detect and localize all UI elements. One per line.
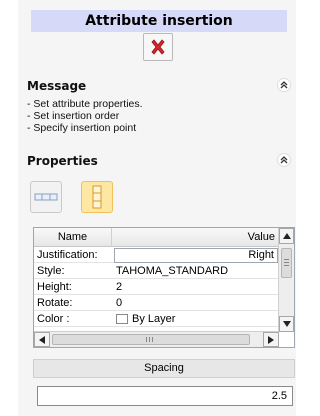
properties-grid: Name Value Justification: Right Style: T… [33, 227, 295, 348]
triangle-right-icon [268, 335, 274, 344]
color-value-label: By Layer [132, 313, 176, 325]
panel-title: Attribute insertion [31, 10, 287, 32]
table-row[interactable]: Style: TAHOMA_STANDARD [34, 264, 279, 279]
scroll-down-button[interactable] [279, 316, 294, 332]
double-chevron-up-icon [280, 81, 288, 89]
horizontal-scroll-thumb[interactable] [52, 334, 250, 345]
color-swatch [116, 314, 128, 325]
horizontal-scrollbar[interactable] [34, 331, 279, 347]
vertical-order-button[interactable] [81, 181, 113, 213]
message-line: - Set insertion order [27, 110, 120, 122]
column-header-value[interactable]: Value [112, 228, 279, 247]
triangle-left-icon [39, 335, 45, 344]
scroll-up-button[interactable] [279, 228, 294, 244]
grid-header: Name Value [34, 228, 279, 247]
message-text: - Set attribute properties. - Set insert… [27, 98, 143, 134]
scroll-right-button[interactable] [263, 332, 279, 347]
vertical-scroll-thumb[interactable] [281, 248, 292, 278]
justification-value[interactable]: Right [114, 248, 278, 263]
triangle-up-icon [282, 233, 291, 239]
table-row[interactable]: Justification: Right [34, 248, 279, 263]
properties-collapse-toggle[interactable] [277, 153, 291, 167]
row-name: Color : [37, 313, 70, 325]
message-section-title: Message [27, 79, 87, 93]
message-collapse-toggle[interactable] [277, 78, 291, 92]
row-name: Height: [37, 281, 72, 293]
row-name: Rotate: [37, 297, 73, 309]
horizontal-order-button[interactable] [30, 181, 62, 213]
vertical-scrollbar[interactable] [278, 228, 294, 332]
table-row[interactable]: Rotate: 0 [34, 296, 279, 311]
message-line: - Specify insertion point [27, 122, 137, 134]
style-value[interactable]: TAHOMA_STANDARD [116, 264, 277, 279]
cancel-button[interactable] [143, 33, 173, 61]
scroll-left-button[interactable] [34, 332, 50, 347]
red-x-icon [151, 39, 165, 55]
triangle-down-icon [282, 321, 291, 327]
horizontal-layout-icon [34, 193, 58, 201]
row-name: Style: [37, 265, 65, 277]
spacing-label: Spacing [33, 359, 295, 378]
table-row[interactable]: Height: 2 [34, 280, 279, 295]
column-header-name[interactable]: Name [34, 228, 112, 247]
double-chevron-up-icon [280, 156, 288, 164]
spacing-input[interactable]: 2.5 [37, 386, 293, 406]
row-name: Justification: [37, 249, 98, 261]
height-value[interactable]: 2 [116, 280, 277, 295]
properties-section-title: Properties [27, 154, 98, 168]
attribute-insertion-panel: Attribute insertion Message - Set attrib… [18, 0, 296, 416]
rotate-value[interactable]: 0 [116, 296, 277, 311]
table-row[interactable]: Color : By Layer [34, 312, 279, 327]
vertical-layout-icon [92, 185, 102, 209]
message-line: - Set attribute properties. [27, 98, 143, 110]
color-value[interactable]: By Layer [116, 312, 277, 327]
